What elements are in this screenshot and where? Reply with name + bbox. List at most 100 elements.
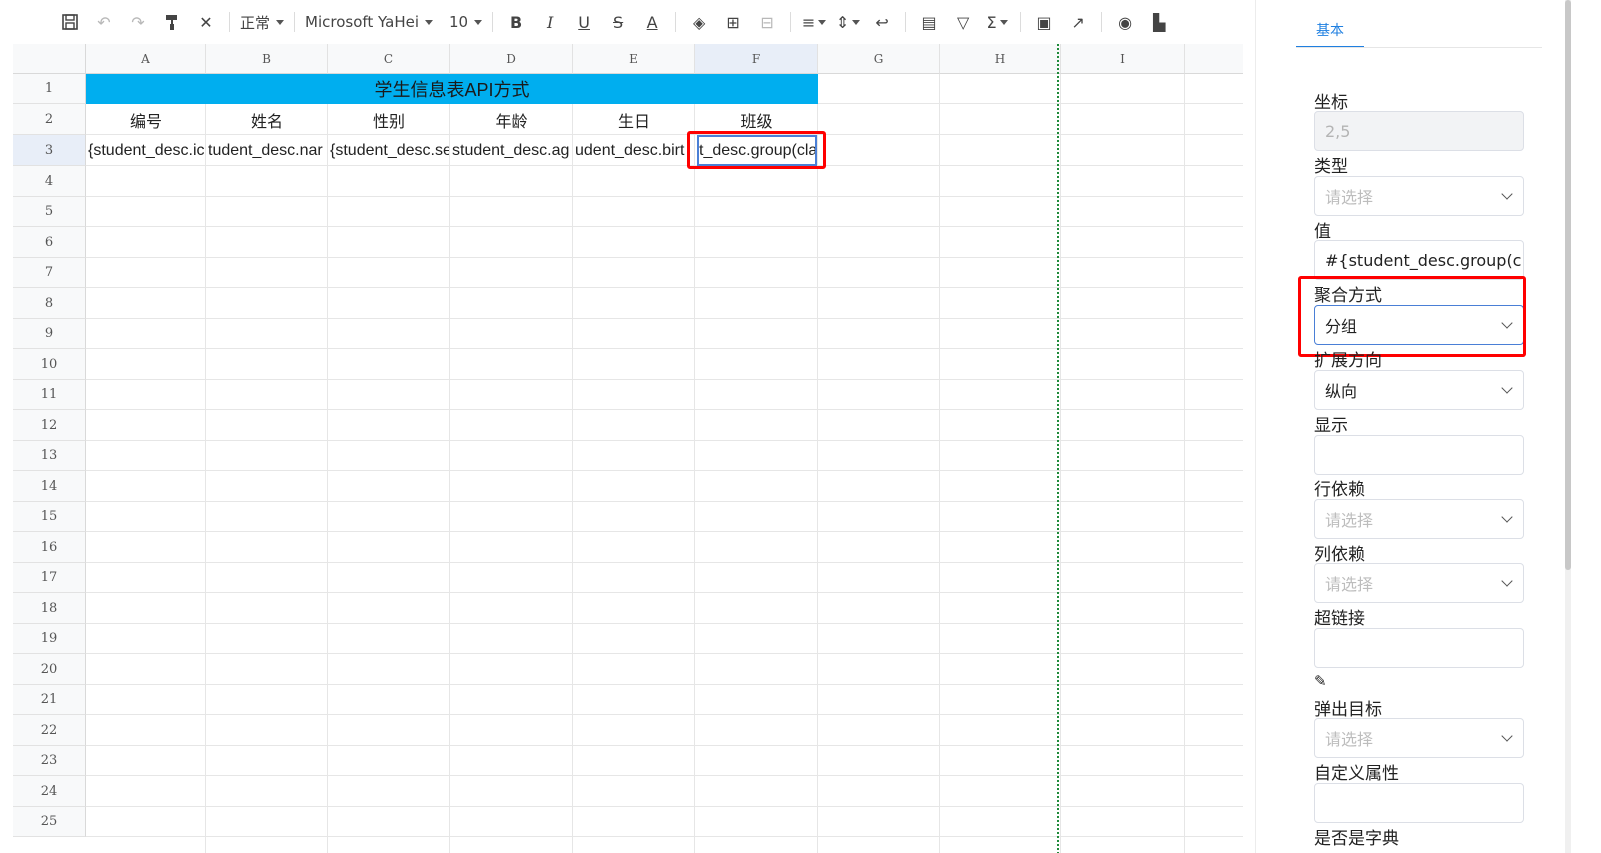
type-label: 类型	[1314, 157, 1348, 177]
fill-color-icon[interactable]: ◈	[686, 8, 712, 36]
row-header[interactable]: 22	[13, 715, 86, 746]
row-header[interactable]: 25	[13, 807, 86, 837]
underline-icon[interactable]: U	[571, 8, 597, 36]
link-label: 超链接	[1314, 609, 1365, 629]
filter-icon[interactable]: ▽	[950, 8, 976, 36]
row-header[interactable]: 4	[13, 166, 86, 197]
agg-select[interactable]: 分组	[1314, 305, 1524, 345]
print-icon[interactable]: ▙	[1146, 8, 1172, 36]
strikethrough-icon[interactable]: S	[605, 8, 631, 36]
preview-eye-icon[interactable]: ◉	[1112, 8, 1138, 36]
row-header[interactable]: 14	[13, 471, 86, 502]
custom-input[interactable]	[1314, 783, 1524, 823]
chart-icon[interactable]: ↗	[1065, 8, 1091, 36]
column-header[interactable]	[1185, 44, 1243, 74]
toolbar-divider	[229, 12, 230, 32]
image-icon[interactable]: ▣	[1031, 8, 1057, 36]
expand-select[interactable]: 纵向	[1314, 370, 1524, 410]
row-header[interactable]: 12	[13, 410, 86, 441]
chevron-down-icon	[1501, 188, 1513, 200]
column-header[interactable]: I	[1061, 44, 1185, 74]
link-input[interactable]	[1314, 628, 1524, 668]
tab-basic[interactable]: 基本	[1296, 14, 1364, 48]
data-cell[interactable]: udent_desc.birt	[575, 135, 694, 166]
data-cell[interactable]: t_desc.group(cla	[697, 135, 817, 166]
row-header[interactable]: 20	[13, 654, 86, 685]
coldep-select[interactable]: 请选择	[1314, 563, 1524, 603]
page-break-line	[1057, 44, 1059, 853]
row-header[interactable]: 7	[13, 258, 86, 288]
chevron-down-icon	[852, 19, 861, 25]
row-header[interactable]: 19	[13, 624, 86, 654]
type-select[interactable]: 请选择	[1314, 176, 1524, 216]
table-icon[interactable]: ▤	[916, 8, 942, 36]
row-header[interactable]: 6	[13, 227, 86, 258]
data-cell[interactable]: student_desc.ag	[452, 135, 572, 166]
header-cell[interactable]: 班级	[695, 104, 818, 135]
row-header[interactable]: 8	[13, 288, 86, 319]
undo-icon[interactable]: ↶	[91, 8, 117, 36]
column-header[interactable]: F	[695, 44, 818, 74]
data-cell[interactable]: tudent_desc.nar	[208, 135, 327, 166]
column-header[interactable]: C	[328, 44, 450, 74]
row-header[interactable]: 3	[13, 135, 86, 166]
style-select[interactable]: 正常	[240, 12, 285, 33]
align-icon[interactable]: ≡	[801, 8, 827, 36]
row-header[interactable]: 16	[13, 532, 86, 563]
column-header[interactable]: D	[450, 44, 573, 74]
row-header[interactable]: 9	[13, 319, 86, 349]
row-header[interactable]: 13	[13, 441, 86, 471]
column-header[interactable]: H	[940, 44, 1061, 74]
font-select[interactable]: Microsoft YaHei	[305, 13, 434, 31]
display-input[interactable]	[1314, 435, 1524, 475]
toolbar: ↶ ↷ ✕ 正常 Microsoft YaHei 10 B I U S A ◈ …	[13, 0, 1243, 44]
row-header[interactable]: 5	[13, 197, 86, 227]
properties-panel: 基本 坐标 2,5 类型 请选择 值 #{student_desc.group(…	[1255, 0, 1601, 853]
pencil-icon[interactable]: ✎	[1314, 672, 1327, 690]
coldep-label: 列依赖	[1314, 545, 1365, 565]
popup-select[interactable]: 请选择	[1314, 718, 1524, 758]
row-header[interactable]: 21	[13, 685, 86, 715]
merge-cells-icon[interactable]: ⊟	[754, 8, 780, 36]
sheet-title-cell[interactable]: 学生信息表API方式	[86, 74, 818, 104]
row-header[interactable]: 2	[13, 104, 86, 135]
grid-line	[86, 470, 1243, 471]
italic-icon[interactable]: I	[537, 8, 563, 36]
format-painter-icon[interactable]	[159, 8, 185, 36]
header-cell[interactable]: 性别	[328, 104, 450, 135]
column-header[interactable]: B	[206, 44, 328, 74]
rowdep-select[interactable]: 请选择	[1314, 499, 1524, 539]
row-header[interactable]: 15	[13, 502, 86, 532]
bold-icon[interactable]: B	[503, 8, 529, 36]
row-header[interactable]: 10	[13, 349, 86, 380]
header-cell[interactable]: 编号	[86, 104, 206, 135]
header-cell[interactable]: 生日	[573, 104, 695, 135]
font-color-icon[interactable]: A	[639, 8, 665, 36]
border-icon[interactable]: ⊞	[720, 8, 746, 36]
vertical-align-icon[interactable]: ⇕	[835, 8, 861, 36]
panel-scrollbar-thumb[interactable]	[1565, 0, 1571, 570]
sum-icon[interactable]: Σ	[984, 8, 1010, 36]
header-cell[interactable]: 姓名	[206, 104, 328, 135]
select-all-corner[interactable]	[13, 44, 86, 74]
save-icon[interactable]	[57, 8, 83, 36]
row-header[interactable]: 17	[13, 563, 86, 593]
font-size-select[interactable]: 10	[449, 13, 483, 31]
column-header[interactable]: E	[573, 44, 695, 74]
row-header[interactable]: 11	[13, 380, 86, 410]
row-header[interactable]: 1	[13, 74, 86, 104]
data-cell[interactable]: {student_desc.ic	[88, 135, 205, 166]
header-cell[interactable]: 年龄	[450, 104, 573, 135]
row-header[interactable]: 18	[13, 593, 86, 624]
value-input[interactable]: #{student_desc.group(cla	[1314, 240, 1524, 280]
clear-format-icon[interactable]: ✕	[193, 8, 219, 36]
column-header[interactable]: G	[818, 44, 940, 74]
data-cell[interactable]: {student_desc.se	[330, 135, 449, 166]
column-header[interactable]: A	[86, 44, 206, 74]
chevron-down-icon	[1501, 317, 1513, 329]
row-header[interactable]: 24	[13, 776, 86, 807]
grid-line	[86, 257, 1243, 258]
wrap-text-icon[interactable]: ↩	[869, 8, 895, 36]
row-header[interactable]: 23	[13, 746, 86, 776]
redo-icon[interactable]: ↷	[125, 8, 151, 36]
